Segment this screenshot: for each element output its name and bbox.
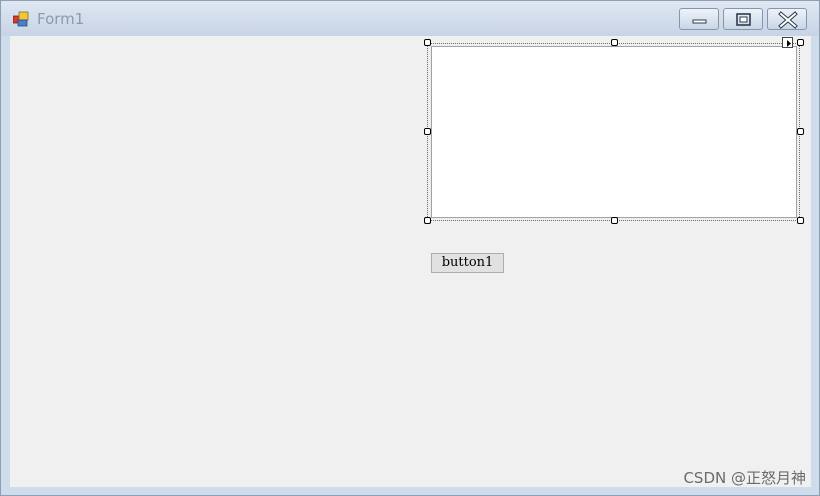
resize-handle-top[interactable] xyxy=(611,39,618,46)
smart-tag-button[interactable] xyxy=(782,37,793,48)
smart-tag-arrow-icon xyxy=(787,40,791,47)
resize-handle-bottom-left[interactable] xyxy=(424,217,431,224)
resize-handle-bottom-right[interactable] xyxy=(797,217,804,224)
resize-handle-top-right[interactable] xyxy=(797,39,804,46)
form-app-icon xyxy=(12,11,31,27)
minimize-icon xyxy=(692,19,707,24)
close-icon xyxy=(778,11,798,29)
resize-handle-bottom[interactable] xyxy=(611,217,618,224)
close-button[interactable] xyxy=(767,8,807,30)
resize-handle-right[interactable] xyxy=(797,128,804,135)
watermark: CSDN @正怒月神 xyxy=(683,469,806,487)
window-title: Form1 xyxy=(37,10,85,28)
maximize-button[interactable] xyxy=(723,8,763,30)
title-bar[interactable]: Form1 xyxy=(1,1,819,36)
resize-handle-top-left[interactable] xyxy=(424,39,431,46)
button1[interactable]: button1 xyxy=(431,253,504,273)
minimize-button[interactable] xyxy=(679,8,719,30)
maximize-icon xyxy=(736,13,751,26)
picturebox[interactable] xyxy=(431,46,797,218)
resize-handle-left[interactable] xyxy=(424,128,431,135)
